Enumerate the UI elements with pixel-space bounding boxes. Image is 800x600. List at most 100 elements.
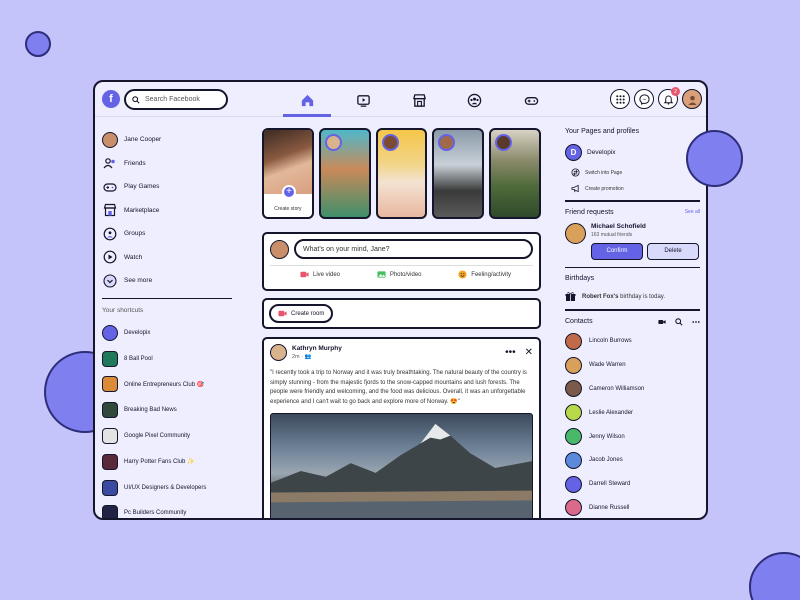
see-all-link[interactable]: See all — [685, 209, 700, 215]
contact-item[interactable]: Lincoln Burrows — [565, 330, 700, 354]
avatar — [565, 404, 582, 422]
live-video-button[interactable]: Live video — [300, 270, 340, 279]
watch-icon[interactable] — [353, 91, 373, 109]
home-icon[interactable] — [297, 91, 317, 109]
bell-icon — [663, 95, 673, 105]
grid-icon — [615, 94, 625, 104]
shortcut-item[interactable]: Breaking Bad News — [102, 397, 232, 423]
contact-name: Wade Warren — [589, 362, 626, 369]
post-composer: What's on your mind, Jane? Live video Ph… — [262, 232, 541, 291]
create-story-label: Create story — [274, 206, 302, 212]
video-call-icon[interactable] — [658, 318, 666, 326]
post-text: "I recently took a trip to Norway and it… — [270, 370, 527, 405]
see-more-button[interactable]: See more — [102, 269, 232, 293]
chevron-down-icon — [102, 273, 118, 289]
sidebar-item-marketplace[interactable]: Marketplace — [102, 199, 232, 223]
avatar — [565, 380, 582, 398]
create-story-card[interactable]: + Create story — [262, 128, 314, 219]
shortcut-thumbnail — [102, 428, 118, 445]
decor-circle — [25, 31, 51, 57]
contact-item[interactable]: Darrell Steward — [565, 472, 700, 496]
marketplace-icon[interactable] — [409, 91, 429, 109]
delete-button[interactable]: Delete — [647, 242, 699, 260]
avatar — [102, 131, 118, 148]
shortcut-item[interactable]: Harry Potter Fans Club ✨ — [102, 449, 232, 475]
request-name[interactable]: Michael Schofield — [591, 223, 699, 230]
sidebar-item-watch[interactable]: Watch — [102, 246, 232, 270]
gaming-icon[interactable] — [521, 91, 541, 109]
more-options-icon[interactable]: ••• — [505, 347, 516, 358]
notifications-button[interactable]: 2 — [658, 87, 680, 109]
feeling-activity-button[interactable]: Feeling/activity — [458, 270, 511, 279]
contact-item[interactable]: Jenny Wilson — [565, 425, 700, 449]
avatar — [565, 451, 582, 469]
notification-badge: 2 — [671, 87, 680, 96]
sidebar-item-label: Play Games — [124, 183, 160, 191]
shortcut-label: Pc Builders Community — [124, 510, 187, 517]
avatar[interactable] — [270, 344, 287, 361]
contacts-title: Contacts — [565, 318, 593, 325]
sidebar-item-groups[interactable]: Groups — [102, 222, 232, 246]
shortcut-item[interactable]: Google Pixel Community — [102, 423, 232, 449]
shortcut-thumbnail — [102, 505, 118, 518]
sidebar-item-label: Friends — [124, 159, 146, 167]
post-card: Kathryn Murphy 2m · 👥 ••• ✕ "I recently … — [262, 337, 541, 518]
feeling-icon — [458, 270, 467, 279]
shortcut-item[interactable]: 8 Ball Pool — [102, 346, 232, 372]
story-card[interactable] — [318, 128, 371, 219]
story-card[interactable] — [375, 128, 428, 219]
shortcut-label: Online Entrepreneurs Club 🎯 — [124, 381, 205, 388]
switch-into-page-link[interactable]: Switch into Page — [565, 168, 700, 177]
contact-item[interactable]: Cameron Williamson — [565, 377, 700, 401]
create-room-label: Create room — [291, 310, 325, 317]
groups-icon[interactable] — [464, 91, 484, 109]
shortcut-label: 8 Ball Pool — [124, 355, 153, 362]
shortcut-label: Developix — [124, 329, 151, 336]
more-options-icon[interactable] — [692, 318, 700, 326]
contact-name: Jenny Wilson — [589, 433, 625, 440]
close-icon[interactable]: ✕ — [525, 347, 533, 358]
create-room-button[interactable]: Create room — [269, 304, 334, 323]
create-promotion-link[interactable]: Create promotion — [565, 184, 700, 193]
story-card[interactable] — [432, 128, 485, 219]
sidebar-item-play-games[interactable]: Play Games — [102, 175, 232, 199]
messenger-icon — [638, 93, 650, 105]
friends-icon — [102, 155, 118, 171]
composer-input[interactable]: What's on your mind, Jane? — [294, 239, 533, 259]
birthday-name: Robert Fox's — [582, 293, 619, 300]
photo-video-button[interactable]: Photo/video — [377, 270, 422, 279]
avatar — [565, 499, 582, 517]
shortcut-item[interactable]: Developix — [102, 320, 232, 346]
birthday-item[interactable]: Robert Fox's birthday is today. — [565, 291, 700, 302]
contact-item[interactable]: Dianne Russell — [565, 496, 700, 518]
post-author[interactable]: Kathryn Murphy — [292, 345, 342, 352]
contact-item[interactable]: Jacob Jones — [565, 448, 700, 472]
contact-item[interactable]: Wade Warren — [565, 353, 700, 377]
decor-circle — [686, 130, 743, 187]
confirm-button[interactable]: Confirm — [591, 242, 643, 260]
action-label: Live video — [313, 271, 341, 278]
messenger-button[interactable] — [634, 89, 654, 109]
search-input[interactable]: Search Facebook — [124, 89, 228, 110]
shortcut-item[interactable]: Online Entrepreneurs Club 🎯 — [102, 372, 232, 398]
gamepad-icon — [102, 179, 118, 195]
search-placeholder: Search Facebook — [145, 96, 200, 103]
feed: + Create story What's on your mind, Jane… — [262, 128, 541, 518]
shortcut-item[interactable]: UI/UX Designers & Developers — [102, 475, 232, 501]
page-item[interactable]: D Developix — [565, 144, 700, 161]
avatar[interactable] — [565, 222, 586, 244]
sidebar-item-profile[interactable]: Jane Cooper — [102, 128, 232, 152]
contact-item[interactable]: Leslie Alexander — [565, 401, 700, 425]
search-icon[interactable] — [675, 317, 683, 326]
page-name: Developix — [587, 149, 616, 156]
profile-avatar-button[interactable] — [682, 89, 702, 109]
sidebar-item-friends[interactable]: Friends — [102, 152, 232, 176]
store-icon — [102, 202, 118, 218]
composer-placeholder: What's on your mind, Jane? — [303, 245, 390, 253]
shortcut-item[interactable]: Pc Builders Community — [102, 501, 232, 518]
post-image[interactable] — [270, 413, 533, 518]
menu-grid-button[interactable] — [610, 89, 630, 109]
facebook-logo[interactable]: f — [102, 90, 120, 108]
mountain-landscape — [271, 424, 532, 518]
story-card[interactable] — [489, 128, 541, 219]
